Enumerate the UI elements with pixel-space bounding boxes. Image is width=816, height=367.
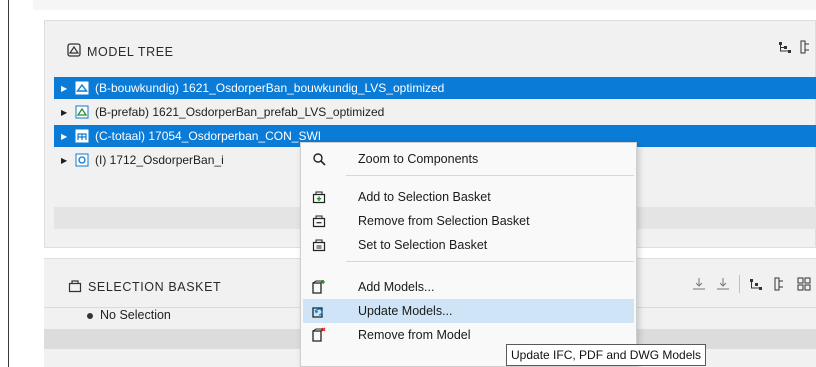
menu-item-set-to-selection-basket[interactable]: Set to Selection Basket	[303, 233, 634, 257]
hierarchy-icon[interactable]	[777, 39, 793, 55]
menu-item-label: Set to Selection Basket	[358, 238, 488, 252]
tree-row-label: (B-bouwkundig) 1621_OsdorperBan_bouwkund…	[95, 81, 445, 95]
search-icon	[311, 151, 327, 167]
basket-add-icon	[311, 189, 327, 205]
left-border	[8, 0, 9, 367]
menu-item-add-to-selection-basket[interactable]: Add to Selection Basket	[303, 185, 634, 209]
selection-basket-title: SELECTION BASKET	[88, 280, 222, 294]
tree-view-icon[interactable]	[772, 276, 788, 292]
menu-item-label: Add to Selection Basket	[358, 190, 491, 204]
basket-icon	[68, 279, 82, 293]
top-band	[33, 0, 816, 10]
download-all-icon[interactable]	[715, 276, 731, 292]
toolbar-separator	[739, 275, 740, 293]
menu-item-add-models[interactable]: Add Models...	[303, 275, 634, 299]
tree-row-bouwkundig[interactable]: ▶ (B-bouwkundig) 1621_OsdorperBan_bouwku…	[54, 77, 816, 99]
menu-item-label: Add Models...	[358, 280, 435, 294]
tooltip: Update IFC, PDF and DWG Models	[506, 344, 707, 366]
model-tree-header: MODEL TREE	[45, 21, 815, 75]
tree-view-icon[interactable]	[799, 39, 815, 55]
menu-item-zoom-to-components[interactable]: Zoom to Components	[303, 147, 634, 171]
download-icon[interactable]	[691, 276, 707, 292]
model-tree-icon	[67, 43, 81, 57]
menu-item-label: Update Models...	[358, 304, 453, 318]
selection-basket-toolbar	[691, 275, 812, 293]
basket-set-icon	[311, 237, 327, 253]
expand-caret-icon[interactable]: ▶	[61, 156, 71, 165]
model-icon	[75, 129, 89, 143]
bullet-icon	[87, 313, 93, 319]
hierarchy-icon[interactable]	[748, 276, 764, 292]
tree-row-label: (C-totaal) 17054_Osdorperban_CON_SWI	[95, 129, 322, 143]
tree-row-prefab[interactable]: ▶ (B-prefab) 1621_OsdorperBan_prefab_LVS…	[54, 101, 816, 123]
expand-caret-icon[interactable]: ▶	[61, 84, 71, 93]
menu-item-label: Remove from Model	[358, 328, 471, 342]
menu-separator	[346, 261, 634, 262]
add-model-icon	[311, 279, 327, 295]
model-tree-toolbar	[777, 39, 815, 55]
basket-remove-icon	[311, 213, 327, 229]
left-edge	[0, 0, 8, 367]
menu-item-label: Remove from Selection Basket	[358, 214, 530, 228]
tree-row-label: (B-prefab) 1621_OsdorperBan_prefab_LVS_o…	[95, 105, 385, 119]
model-icon	[75, 153, 89, 167]
model-icon	[75, 105, 89, 119]
grid-view-icon[interactable]	[796, 276, 812, 292]
expand-caret-icon[interactable]: ▶	[61, 132, 71, 141]
menu-separator	[346, 175, 634, 176]
context-menu: Zoom to Components Add to Selection Bask…	[300, 142, 637, 367]
menu-item-update-models[interactable]: Update Models...	[303, 299, 634, 323]
update-model-icon	[311, 303, 327, 319]
no-selection-text: No Selection	[100, 308, 171, 322]
model-tree-title: MODEL TREE	[87, 45, 174, 59]
tree-row-label: (I) 1712_OsdorperBan_i	[95, 153, 224, 167]
remove-model-icon	[311, 327, 327, 343]
menu-item-remove-from-selection-basket[interactable]: Remove from Selection Basket	[303, 209, 634, 233]
expand-caret-icon[interactable]: ▶	[61, 108, 71, 117]
menu-item-label: Zoom to Components	[358, 152, 479, 166]
model-icon	[75, 81, 89, 95]
